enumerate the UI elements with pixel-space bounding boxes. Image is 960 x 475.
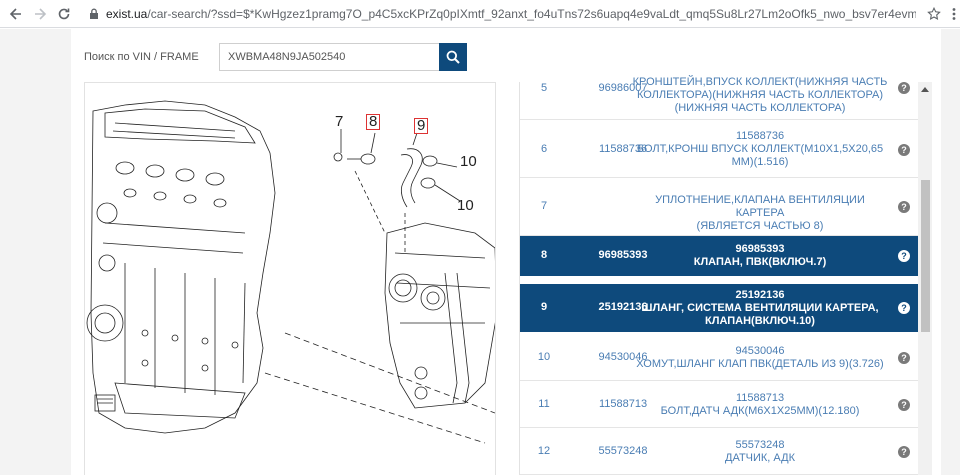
part-description[interactable]: 25192136 ШЛАНГ, СИСТЕМА ВЕНТИЛЯЦИИ КАРТЕР…	[630, 289, 890, 328]
callout-9[interactable]: 9	[414, 118, 429, 134]
vin-search-input[interactable]	[219, 43, 439, 71]
part-description[interactable]: УПЛОТНЕНИЕ,КЛАПАНА ВЕНТИЛЯЦИИ КАРТЕРА (ЯВ…	[630, 194, 890, 233]
lock-icon[interactable]	[84, 4, 104, 24]
help-icon[interactable]: ?	[898, 201, 910, 213]
reload-icon	[58, 8, 70, 20]
search-icon	[446, 50, 460, 64]
description-line: КОЛЛЕКТОРА)(НИЖНЯЯ ЧАСТЬ КОЛЛЕКТОРА)	[636, 89, 884, 101]
description-line: ШЛАНГ, СИСТЕМА ВЕНТИЛЯЦИИ КАРТЕРА,	[641, 302, 879, 314]
description-line: БОЛТ,КРОНШ ВПУСК КОЛЛЕКТ(М10Х1,5Х20,65	[636, 143, 884, 155]
search-label: Поиск по VIN / FRAME	[84, 51, 199, 63]
row-number: 9	[540, 301, 548, 313]
help-icon[interactable]: ?	[898, 144, 910, 156]
description-line: 11588713	[735, 392, 785, 404]
callout-10-top[interactable]: 10	[460, 153, 477, 170]
address-bar[interactable]: exist.ua/car-search/?ssd=$*KwHgzez1pramg…	[106, 7, 916, 21]
description-line: 11588736	[735, 130, 785, 142]
description-line: ДАТЧИК, АДК	[725, 452, 795, 464]
reload-button[interactable]	[54, 4, 74, 24]
help-icon[interactable]: ?	[898, 82, 910, 94]
part-description[interactable]: 94530046 ХОМУТ,ШЛАНГ КЛАП ПВК(ДЕТАЛЬ ИЗ 9…	[630, 345, 890, 371]
part-description[interactable]: 96985393 КЛАПАН, ПВК(ВКЛЮЧ.7)	[630, 243, 890, 269]
description-line: 94530046	[735, 345, 785, 357]
back-arrow-icon	[9, 8, 21, 20]
description-line: 96985393	[735, 243, 785, 255]
table-row[interactable]: 9 25192136 25192136 ШЛАНГ, СИСТЕМА ВЕНТИЛЯЦ…	[520, 284, 918, 332]
description-line: УПЛОТНЕНИЕ,КЛАПАНА ВЕНТИЛЯЦИИ КАРТЕРА	[655, 194, 865, 219]
help-icon[interactable]: ?	[898, 302, 910, 314]
part-description[interactable]: КРОНШТЕЙН,ВПУСК КОЛЛЕКТ(НИЖНЯЯ ЧАСТЬ КОЛЛ…	[630, 76, 890, 115]
description-line: КЛАПАН, ПВК(ВКЛЮЧ.7)	[693, 256, 827, 268]
table-row[interactable]: 7 УПЛОТНЕНИЕ,КЛАПАНА ВЕНТИЛЯЦИИ КАРТЕРА (Я…	[520, 178, 918, 236]
help-icon[interactable]: ?	[898, 399, 910, 411]
row-number: 11	[538, 398, 550, 410]
search-button[interactable]	[439, 43, 467, 71]
callout-8[interactable]: 8	[366, 114, 381, 130]
scrollbar-thumb[interactable]	[921, 180, 930, 332]
scroll-up-arrow-icon[interactable]	[918, 84, 932, 94]
description-line: КРОНШТЕЙН,ВПУСК КОЛЛЕКТ(НИЖНЯЯ ЧАСТЬ	[632, 76, 888, 88]
row-number: 6	[540, 143, 548, 155]
table-row[interactable]: 5 96986007 КРОНШТЕЙН,ВПУСК КОЛЛЕКТ(НИЖНЯЯ …	[520, 76, 918, 120]
bookmark-star-icon[interactable]	[924, 4, 944, 24]
table-row[interactable]: 10 94530046 94530046 ХОМУТ,ШЛАНГ КЛАП ПВК(Д…	[520, 334, 918, 381]
help-icon[interactable]: ?	[898, 446, 910, 458]
url-path: /car-search/?ssd=$*KwHgzez1pramg7O_p4C5x…	[147, 7, 916, 21]
url-host: exist.ua	[106, 7, 148, 21]
table-row[interactable]: 12 55573248 55573248 ДАТЧИК, АДК?	[520, 428, 918, 475]
callout-7[interactable]: 7	[335, 113, 343, 130]
row-number: 5	[540, 82, 548, 94]
browser-toolbar: exist.ua/car-search/?ssd=$*KwHgzez1pramg…	[0, 0, 960, 28]
table-row[interactable]: 6 11588736 11588736 БОЛТ,КРОНШ ВПУСК КОЛЛЕК…	[520, 121, 918, 178]
description-line: ХОМУТ,ШЛАНГ КЛАП ПВК(ДЕТАЛЬ ИЗ 9)(3.726)	[636, 358, 884, 370]
row-number: 10	[537, 351, 551, 363]
part-description[interactable]: 11588736 БОЛТ,КРОНШ ВПУСК КОЛЛЕКТ(М10Х1,5…	[630, 130, 890, 169]
menu-kebab-icon[interactable]	[944, 4, 960, 24]
part-description[interactable]: 55573248 ДАТЧИК, АДК	[630, 439, 890, 465]
description-line: 25192136	[735, 289, 785, 301]
help-icon[interactable]: ?	[898, 250, 910, 262]
table-row[interactable]: 11 11588713 11588713 БОЛТ,ДАТЧ АДК(М6Х1Х25М…	[520, 381, 918, 428]
callout-10-bottom[interactable]: 10	[457, 197, 474, 214]
back-button[interactable]	[6, 4, 26, 24]
description-line: ММ)(1.516)	[731, 156, 789, 168]
forward-arrow-icon	[35, 8, 47, 20]
help-icon[interactable]: ?	[898, 352, 910, 364]
row-number: 7	[540, 200, 548, 212]
part-description[interactable]: 11588713 БОЛТ,ДАТЧ АДК(М6Х1Х25ММ)(12.180)	[630, 392, 890, 418]
row-number: 8	[540, 249, 548, 261]
description-line: 55573248	[735, 439, 785, 451]
table-row[interactable]: 8 96985393 96985393 КЛАПАН, ПВК(ВКЛЮЧ.7)?	[520, 236, 918, 276]
parts-diagram[interactable]: 7 8 9 10 10	[84, 82, 496, 475]
description-line: КЛАПАН(ВКЛЮЧ.10)	[705, 315, 815, 327]
description-line: БОЛТ,ДАТЧ АДК(М6Х1Х25ММ)(12.180)	[660, 405, 860, 417]
row-number: 12	[537, 445, 551, 457]
forward-button[interactable]	[30, 4, 50, 24]
description-line: (ЯВЛЯЕТСЯ ЧАСТЬЮ 8)	[696, 220, 824, 232]
engine-diagram-illustration	[86, 100, 495, 444]
description-line: (НИЖНЯЯ ЧАСТЬ КОЛЛЕКТОРА)	[674, 102, 846, 114]
